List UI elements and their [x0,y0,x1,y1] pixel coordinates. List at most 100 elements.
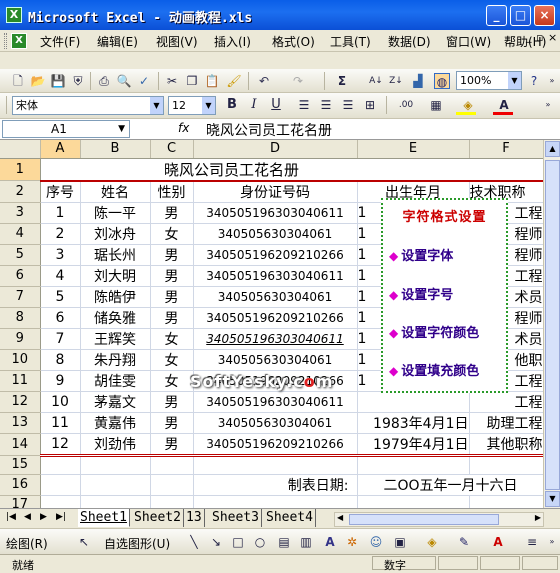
cell[interactable]: 340505196303040611 [193,265,358,287]
oval-icon[interactable]: ○ [252,534,268,550]
workbook-icon[interactable]: X [11,33,27,49]
cell[interactable]: 男 [150,265,194,287]
cell[interactable]: 储奂雅 [80,307,151,329]
cell[interactable]: 黄嘉伟 [80,412,151,434]
decrease-decimal-icon[interactable]: .00 [398,97,414,113]
cell[interactable]: 助理工程 [469,412,544,434]
underline-button[interactable]: U [268,97,284,113]
scroll-right-button[interactable]: ▶ [535,513,541,522]
cell[interactable]: 2 [40,223,81,245]
cell[interactable]: 340505196209210266 [193,433,358,457]
menu-edit[interactable]: 编辑(E) [97,33,138,50]
line-icon[interactable]: ╲ [186,534,202,550]
bold-button[interactable]: B [224,97,240,113]
cell[interactable] [357,391,470,413]
close-button[interactable]: × [534,5,555,26]
footer-date[interactable]: 二OO五年一月十六日 [357,474,544,496]
popup-item-font-size[interactable]: ◆ 设置字号 [389,284,453,303]
cell[interactable]: 陈一平 [80,202,151,224]
row-header[interactable]: 17 [0,495,41,508]
cell[interactable]: 其他职称 [469,433,544,457]
cell[interactable]: 女 [150,328,194,350]
new-file-icon[interactable]: 🗋 [10,73,26,89]
drawing-toggle-icon[interactable]: ◍ [434,73,450,89]
cell[interactable]: 男 [150,391,194,413]
menu-tools[interactable]: 工具(T) [330,33,371,50]
arrow-icon[interactable]: ↘ [208,534,224,550]
row-header[interactable]: 10 [0,349,41,371]
header-cell[interactable]: 序号 [40,180,81,203]
tab-sheet4[interactable]: Sheet4 [264,509,316,527]
diagram-icon[interactable]: ✲ [344,534,360,550]
row-header[interactable]: 7 [0,286,41,308]
vertical-scrollbar[interactable]: ▲ ▼ [543,140,560,508]
excel-app-icon[interactable]: X [6,7,22,23]
cell[interactable]: 8 [40,349,81,371]
menu-format[interactable]: 格式(O) [272,33,315,50]
sort-ascending-icon[interactable]: A↓ [368,73,384,89]
header-cell[interactable]: 身份证号码 [193,180,358,203]
chevron-down-icon[interactable]: ▼ [202,97,215,114]
cell[interactable]: 女 [150,223,194,245]
row-header[interactable]: 2 [0,180,41,203]
horizontal-scrollbar[interactable]: ◀ ▶ [334,512,544,527]
toolbar-options-icon[interactable]: » [544,73,560,89]
cell[interactable]: 7 [40,328,81,350]
header-cell[interactable]: 性别 [150,180,194,203]
toolbar-grip[interactable] [4,33,7,49]
row-header[interactable]: 16 [0,474,41,496]
permission-icon[interactable]: ⛨ [70,73,86,89]
cell[interactable]: 男 [150,307,194,329]
cell[interactable]: 女 [150,349,194,371]
column-header-f[interactable]: F [469,140,544,159]
cell[interactable]: 340505196303040611 [193,391,358,413]
cell[interactable]: 男 [150,244,194,266]
italic-button[interactable]: I [246,97,262,113]
prev-sheet-button[interactable]: ◀ [24,512,31,522]
column-header-b[interactable]: B [80,140,151,159]
line-color-icon[interactable]: ✎ [456,534,472,550]
cell[interactable]: 3 [40,244,81,266]
footer-label[interactable]: 制表日期: [193,474,358,496]
vertical-textbox-icon[interactable]: ▥ [298,534,314,550]
cell[interactable]: 琚长州 [80,244,151,266]
column-header-d[interactable]: D [193,140,358,159]
cell[interactable]: 男 [150,412,194,434]
column-header-c[interactable]: C [150,140,194,159]
merge-center-icon[interactable]: ⊞ [362,97,378,113]
popup-item-font[interactable]: ◆ 设置字体 [389,245,453,264]
row-header[interactable]: 4 [0,223,41,245]
cell[interactable]: 11 [40,412,81,434]
rectangle-icon[interactable]: □ [230,534,246,550]
cell[interactable]: 340505630304061 [193,286,358,308]
scroll-left-button[interactable]: ◀ [337,513,343,522]
cell[interactable]: 1983年4月1日 [357,412,470,434]
tab-sheet2[interactable]: Sheet2 [132,509,184,527]
redo-icon[interactable]: ↷ [290,73,306,89]
scroll-thumb[interactable] [545,160,560,490]
row-header[interactable]: 15 [0,455,41,475]
cell[interactable]: 340505630304061 [193,412,358,434]
menu-data[interactable]: 数据(D) [388,33,431,50]
cell[interactable]: 工程 [469,391,544,413]
font-size-dropdown[interactable]: 12 ▼ [168,96,216,115]
name-box[interactable]: A1 ▼ [2,120,130,138]
select-objects-icon[interactable]: ↖ [76,534,92,550]
chevron-down-icon[interactable]: ▼ [118,121,125,137]
popup-item-fill-color[interactable]: ◆ 设置填充颜色 [389,360,479,379]
cell[interactable]: 刘大明 [80,265,151,287]
autoshapes-menu-button[interactable]: 自选图形(U) [104,535,170,552]
print-preview-icon[interactable]: 🔍 [116,73,132,89]
chevron-down-icon[interactable]: ▼ [508,72,521,89]
cell[interactable]: 刘冰舟 [80,223,151,245]
menu-file[interactable]: 文件(F) [40,33,80,50]
toolbar-grip[interactable] [6,96,7,114]
row-header[interactable]: 3 [0,202,41,224]
cell[interactable]: 340505196303040611 [193,328,358,350]
align-left-icon[interactable]: ☰ [296,97,312,113]
paste-icon[interactable]: 📋 [204,73,220,89]
toolbar-options-icon[interactable]: » [540,97,556,113]
doc-minimize-button[interactable]: _ [526,30,532,43]
align-center-icon[interactable]: ☰ [318,97,334,113]
cell[interactable]: 男 [150,286,194,308]
